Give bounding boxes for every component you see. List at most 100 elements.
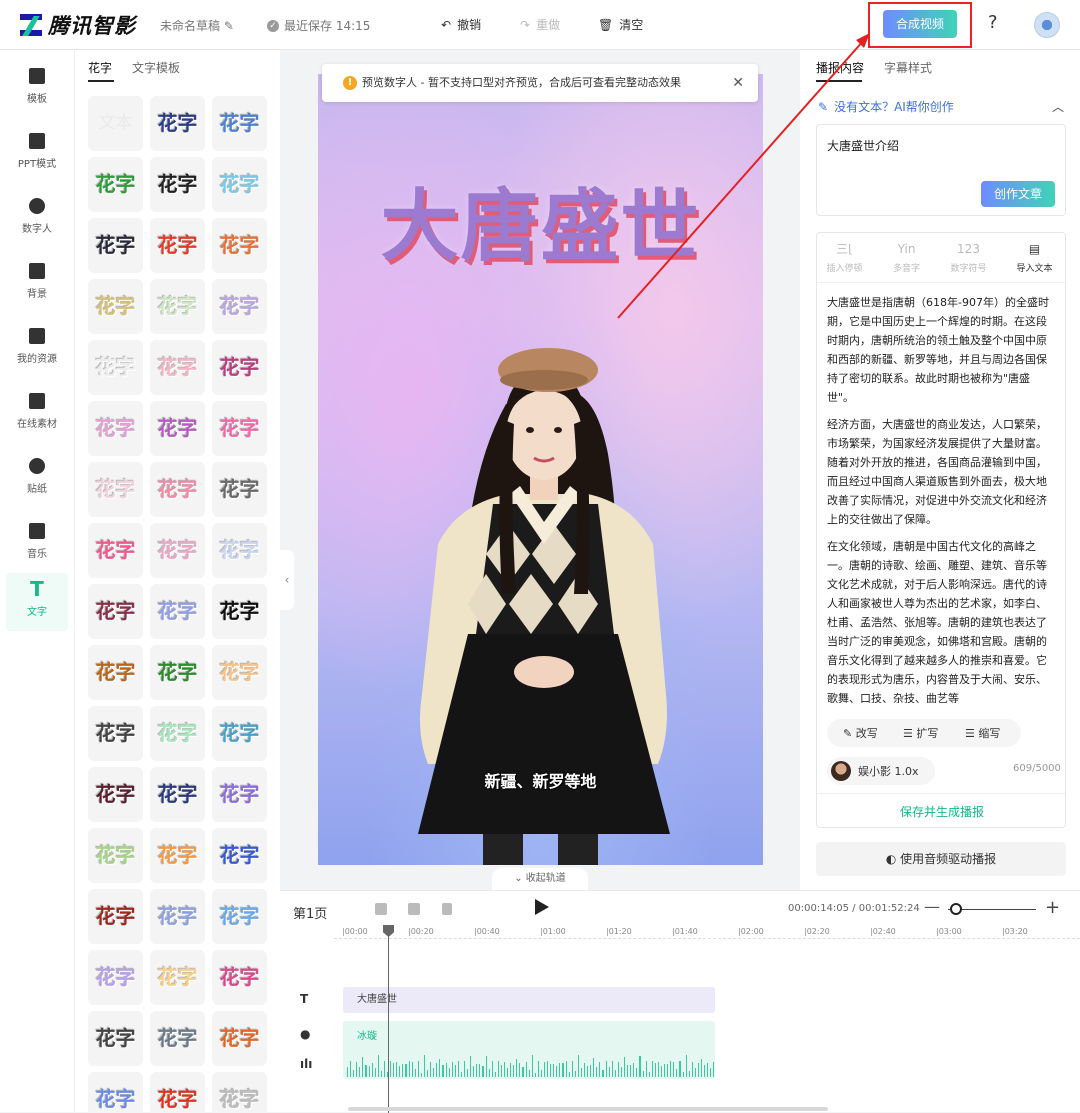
fancy-text-tile[interactable]: 花字 [88, 462, 143, 517]
rewrite-button[interactable]: ✎ 改写 [843, 725, 878, 741]
save-generate-button[interactable]: 保存并生成播报 [817, 793, 1065, 827]
expand-button[interactable]: ☰ 扩写 [903, 725, 938, 741]
fancy-text-tile[interactable]: 花字 [88, 767, 143, 822]
fancy-text-tile[interactable]: 花字 [88, 523, 143, 578]
fancy-text-tile[interactable]: 花字 [212, 462, 267, 517]
fancy-text-tile[interactable]: 花字 [150, 279, 205, 334]
horizontal-scrollbar[interactable] [348, 1107, 828, 1111]
fancy-text-tile[interactable]: 花字 [150, 218, 205, 273]
tab-subtitle-style[interactable]: 字幕样式 [884, 59, 932, 76]
edit-icon[interactable]: ✎ [224, 19, 234, 33]
zoom-in-icon[interactable]: + [1045, 897, 1060, 918]
rail-item-digital-human[interactable]: 数字人 [6, 190, 68, 248]
fancy-text-tile[interactable]: 花字 [88, 828, 143, 883]
fancy-text-tile[interactable]: 花字 [212, 706, 267, 761]
audio-drive-button[interactable]: ◐ 使用音频驱动播报 [816, 842, 1066, 876]
fancy-text-tile[interactable]: 花字 [88, 1011, 143, 1066]
rail-item-music[interactable]: 音乐 [6, 515, 68, 573]
polyphone-button[interactable]: Yin 多音字 [879, 241, 934, 274]
fancy-text-tile[interactable]: 文本 [88, 96, 143, 151]
playhead[interactable] [388, 927, 389, 1113]
fancy-text-tile[interactable]: 花字 [150, 157, 205, 212]
close-icon[interactable]: ✕ [732, 64, 744, 102]
tab-text-template[interactable]: 文字模板 [132, 59, 180, 76]
fancy-text-tile[interactable]: 花字 [212, 340, 267, 395]
topic-input-box[interactable]: 大唐盛世介绍 创作文章 [816, 124, 1066, 216]
script-text[interactable]: 大唐盛世是指唐朝（618年-907年）的全盛时期，它是中国历史上一个辉煌的时期。… [827, 293, 1057, 703]
user-avatar[interactable] [1034, 12, 1060, 38]
topic-input[interactable]: 大唐盛世介绍 [827, 137, 899, 154]
fancy-text-tile[interactable]: 花字 [88, 889, 143, 944]
fancy-text-tile[interactable]: 花字 [212, 645, 267, 700]
clear-button[interactable]: 🗑 清空 [598, 16, 643, 33]
fancy-text-tile[interactable]: 花字 [150, 462, 205, 517]
rail-item-ppt[interactable]: PPT模式 [6, 125, 68, 183]
script-paragraph[interactable]: 在文化领域，唐朝是中国古代文化的高峰之一。唐朝的诗歌、绘画、雕塑、建筑、音乐等文… [827, 537, 1057, 703]
rail-item-my-resources[interactable]: 我的资源 [6, 320, 68, 378]
fancy-text-tile[interactable]: 花字 [88, 706, 143, 761]
fancy-text-tile[interactable]: 花字 [150, 340, 205, 395]
app-logo[interactable]: 腾讯智影 [20, 10, 136, 40]
fancy-text-tile[interactable]: 花字 [150, 767, 205, 822]
rail-item-stickers[interactable]: 贴纸 [6, 450, 68, 508]
redo-button[interactable]: ↷ 重做 [520, 16, 560, 33]
text-clip[interactable]: 大唐盛世 [343, 987, 715, 1013]
fancy-text-tile[interactable]: 花字 [150, 828, 205, 883]
undo-button[interactable]: ↶ 撤销 [441, 16, 481, 33]
import-text-button[interactable]: ▤ 导入文本 [1007, 241, 1062, 274]
fancy-text-tile[interactable]: 花字 [212, 218, 267, 273]
time-ruler[interactable]: |00:00 |00:20 |00:40 |01:00 |01:20 |01:40 |02:… [334, 925, 1080, 939]
fancy-text-tile[interactable]: 花字 [88, 584, 143, 639]
collapse-track-button[interactable]: ⌄ 收起轨道 [492, 868, 588, 890]
create-article-button[interactable]: 创作文章 [981, 181, 1055, 207]
fancy-text-tile[interactable]: 花字 [150, 1072, 205, 1112]
fancy-text-tile[interactable]: 花字 [150, 950, 205, 1005]
play-icon[interactable] [535, 899, 549, 915]
fancy-text-tile[interactable]: 花字 [212, 889, 267, 944]
fancy-text-tile[interactable]: 花字 [212, 1072, 267, 1112]
chevron-up-icon[interactable]: ︿ [1052, 98, 1064, 115]
copy-icon[interactable] [408, 903, 420, 915]
page-label[interactable]: 第1页 [293, 903, 327, 922]
delete-icon[interactable] [442, 903, 452, 915]
tab-fancy-text[interactable]: 花字 [88, 59, 112, 76]
fancy-text-tile[interactable]: 花字 [212, 523, 267, 578]
rail-item-text[interactable]: T 文字 [6, 573, 68, 631]
shorten-button[interactable]: ☰ 缩写 [965, 725, 1000, 741]
script-paragraph[interactable]: 经济方面，大唐盛世的商业发达，人口繁荣，市场繁荣，为国家经济发展提供了大量财富。… [827, 415, 1057, 529]
fancy-text-tile[interactable]: 花字 [212, 950, 267, 1005]
fancy-text-tile[interactable]: 花字 [88, 340, 143, 395]
fancy-text-tile[interactable]: 花字 [88, 279, 143, 334]
fancy-text-tile[interactable]: 花字 [212, 1011, 267, 1066]
fancy-text-tile[interactable]: 花字 [88, 218, 143, 273]
fancy-text-tile[interactable]: 花字 [212, 96, 267, 151]
rail-item-online-assets[interactable]: 在线素材 [6, 385, 68, 443]
fancy-text-tile[interactable]: 花字 [150, 584, 205, 639]
voice-selector[interactable]: 娱小影 1.0x [827, 757, 935, 785]
video-canvas[interactable]: 大唐盛世 新疆、新罗等地 [318, 74, 763, 865]
draft-title[interactable]: 未命名草稿 ✎ [160, 17, 234, 34]
fancy-text-tile[interactable]: 花字 [212, 828, 267, 883]
zoom-out-icon[interactable]: — [924, 897, 940, 916]
collapse-panel-handle[interactable]: ‹ [280, 550, 294, 610]
fancy-text-tile[interactable]: 花字 [150, 706, 205, 761]
fancy-text-tile[interactable]: 花字 [212, 157, 267, 212]
fancy-text-tile[interactable]: 花字 [88, 401, 143, 456]
tab-broadcast-content[interactable]: 播报内容 [816, 59, 864, 76]
fancy-text-tile[interactable]: 花字 [212, 584, 267, 639]
split-icon[interactable] [375, 903, 387, 915]
rail-item-background[interactable]: 背景 [6, 255, 68, 313]
fancy-text-tile[interactable]: 花字 [150, 1011, 205, 1066]
video-subtitle[interactable]: 新疆、新罗等地 [318, 768, 763, 792]
fancy-text-tile[interactable]: 花字 [88, 1072, 143, 1112]
help-icon[interactable]: ? [988, 12, 998, 33]
script-paragraph[interactable]: 大唐盛世是指唐朝（618年-907年）的全盛时期，它是中国历史上一个辉煌的时期。… [827, 293, 1057, 407]
zoom-slider-handle[interactable] [950, 903, 962, 915]
insert-pause-button[interactable]: 三⌊ 插入停顿 [817, 241, 872, 274]
fancy-text-tile[interactable]: 花字 [212, 401, 267, 456]
fancy-text-tile[interactable]: 花字 [88, 157, 143, 212]
fancy-text-tile[interactable]: 花字 [88, 645, 143, 700]
digital-human-figure[interactable] [318, 74, 763, 865]
rail-item-template[interactable]: 模板 [6, 60, 68, 118]
fancy-text-tile[interactable]: 花字 [150, 523, 205, 578]
